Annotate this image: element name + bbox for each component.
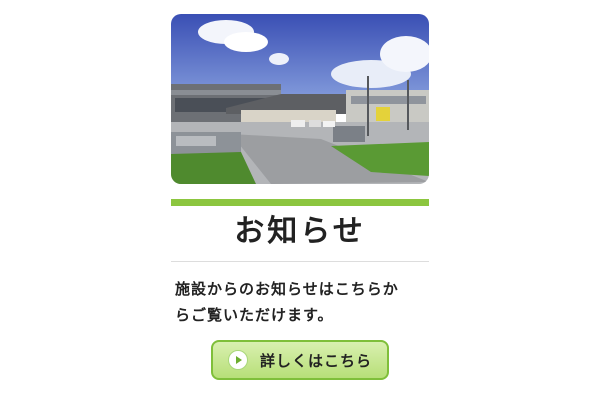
divider	[171, 261, 429, 262]
facility-photo-image	[171, 14, 429, 184]
notice-description-line-2: らご覧いただけます。	[175, 306, 334, 324]
title-accent-bar	[171, 199, 429, 206]
details-button[interactable]: 詳しくはこちら	[211, 340, 389, 380]
notice-description-line-1: 施設からのお知らせはこちらか	[175, 280, 399, 298]
notice-card: お知らせ 施設からのお知らせはこちらか らご覧いただけます。 詳しくはこちら	[171, 14, 429, 386]
details-button-label: 詳しくはこちら	[259, 351, 372, 370]
notice-description: 施設からのお知らせはこちらか らご覧いただけます。	[175, 276, 429, 328]
facility-photo	[171, 14, 429, 184]
notice-title: お知らせ	[234, 214, 366, 249]
play-icon	[227, 350, 248, 370]
